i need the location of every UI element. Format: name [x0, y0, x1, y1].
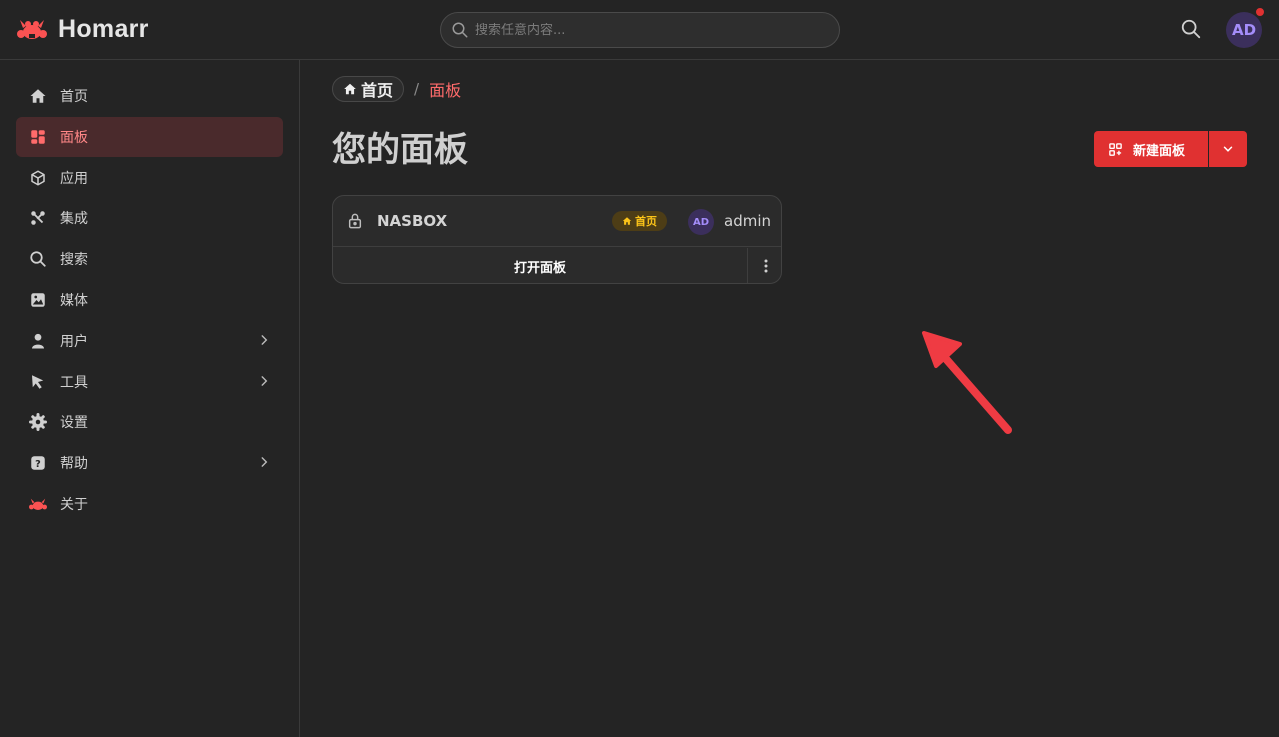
annotation-arrow — [922, 331, 1012, 434]
user-avatar[interactable]: AD — [1226, 6, 1266, 48]
board-card-header: NASBOX 首页 AD admin — [333, 196, 781, 247]
board-card: NASBOX 首页 AD admin 打开面板 — [332, 195, 782, 284]
search-icon — [452, 22, 468, 38]
breadcrumb: 首页 / 面板 — [332, 76, 461, 102]
board-name: NASBOX — [377, 212, 448, 230]
pointer-icon — [28, 372, 48, 392]
dots-vertical-icon — [764, 259, 767, 273]
chevron-down-icon — [1223, 146, 1233, 152]
home-icon — [622, 217, 632, 225]
sidebar-item-label: 设置 — [60, 415, 88, 431]
home-badge-label: 首页 — [635, 215, 657, 228]
sidebar-item-search[interactable]: 搜索 — [16, 239, 283, 279]
breadcrumb-home-label: 首页 — [361, 81, 394, 100]
owner-name: admin — [724, 212, 771, 230]
app-logo[interactable]: Homarr — [16, 14, 149, 44]
breadcrumb-home[interactable]: 首页 — [332, 76, 405, 102]
sidebar: 首页 面板 应用 集成 搜索 媒体 用户 工具 设置 ? 帮助 关于 — [0, 60, 300, 737]
settings-icon — [28, 412, 48, 432]
sidebar-item-label: 工具 — [60, 375, 88, 391]
home-icon — [344, 83, 356, 95]
sidebar-item-label: 首页 — [60, 89, 88, 105]
chevron-right-icon — [257, 455, 271, 473]
notification-dot — [1254, 6, 1266, 18]
homarr-logo-icon — [17, 20, 47, 39]
svg-text:?: ? — [35, 459, 41, 470]
box-icon — [28, 168, 48, 188]
question-mark-icon: ? — [28, 453, 48, 473]
sidebar-item-label: 集成 — [60, 211, 88, 227]
sidebar-item-integrations[interactable]: 集成 — [16, 198, 283, 238]
sidebar-item-label: 媒体 — [60, 293, 88, 309]
chevron-right-icon — [257, 374, 271, 392]
board-menu-button[interactable] — [747, 248, 781, 283]
sidebar-item-label: 面板 — [60, 130, 88, 146]
search-icon — [28, 249, 48, 269]
sidebar-item-home[interactable]: 首页 — [16, 76, 283, 116]
breadcrumb-separator: / — [414, 80, 420, 98]
app-name: Homarr — [58, 14, 149, 43]
home-board-badge: 首页 — [612, 211, 667, 231]
user-icon — [28, 331, 48, 351]
home-icon — [28, 86, 48, 106]
lock-icon — [347, 212, 363, 234]
sidebar-item-settings[interactable]: 设置 — [16, 402, 283, 442]
sidebar-item-about[interactable]: 关于 — [16, 484, 283, 524]
photo-icon — [28, 290, 48, 310]
owner-avatar: AD — [688, 209, 714, 235]
page-title: 您的面板 — [332, 130, 468, 170]
breadcrumb-current[interactable]: 面板 — [429, 77, 461, 101]
sidebar-item-tools[interactable]: 工具 — [16, 362, 283, 402]
sidebar-item-boards[interactable]: 面板 — [16, 117, 283, 157]
chevron-right-icon — [257, 333, 271, 351]
sidebar-item-help[interactable]: ? 帮助 — [16, 443, 283, 483]
sidebar-item-label: 搜索 — [60, 252, 88, 268]
category-plus-icon — [1109, 142, 1122, 156]
sidebar-item-users[interactable]: 用户 — [16, 321, 283, 361]
sidebar-item-apps[interactable]: 应用 — [16, 158, 283, 198]
plug-connected-icon — [28, 208, 48, 228]
main-content: 首页 / 面板 您的面板 新建面板 NASBOX 首页 AD admin 打开面… — [300, 60, 1279, 737]
new-board-label: 新建面板 — [1133, 143, 1186, 159]
search-icon — [1181, 19, 1201, 39]
homarr-logo-icon — [28, 494, 48, 514]
new-board-button[interactable]: 新建面板 — [1094, 131, 1208, 167]
header-search-button[interactable] — [1180, 18, 1204, 42]
sidebar-item-label: 关于 — [60, 497, 88, 513]
new-board-dropdown-button[interactable] — [1209, 131, 1247, 167]
sidebar-item-label: 应用 — [60, 171, 88, 187]
top-header: Homarr AD — [0, 0, 1279, 60]
sidebar-item-label: 用户 — [60, 334, 88, 350]
sidebar-item-label: 帮助 — [60, 456, 88, 472]
new-board-button-group: 新建面板 — [1094, 131, 1247, 167]
sidebar-item-media[interactable]: 媒体 — [16, 280, 283, 320]
open-board-button[interactable]: 打开面板 — [333, 248, 747, 283]
global-search[interactable] — [440, 12, 840, 48]
search-input[interactable] — [475, 22, 815, 38]
layout-dashboard-icon — [28, 127, 48, 147]
avatar-initials: AD — [1231, 21, 1257, 39]
